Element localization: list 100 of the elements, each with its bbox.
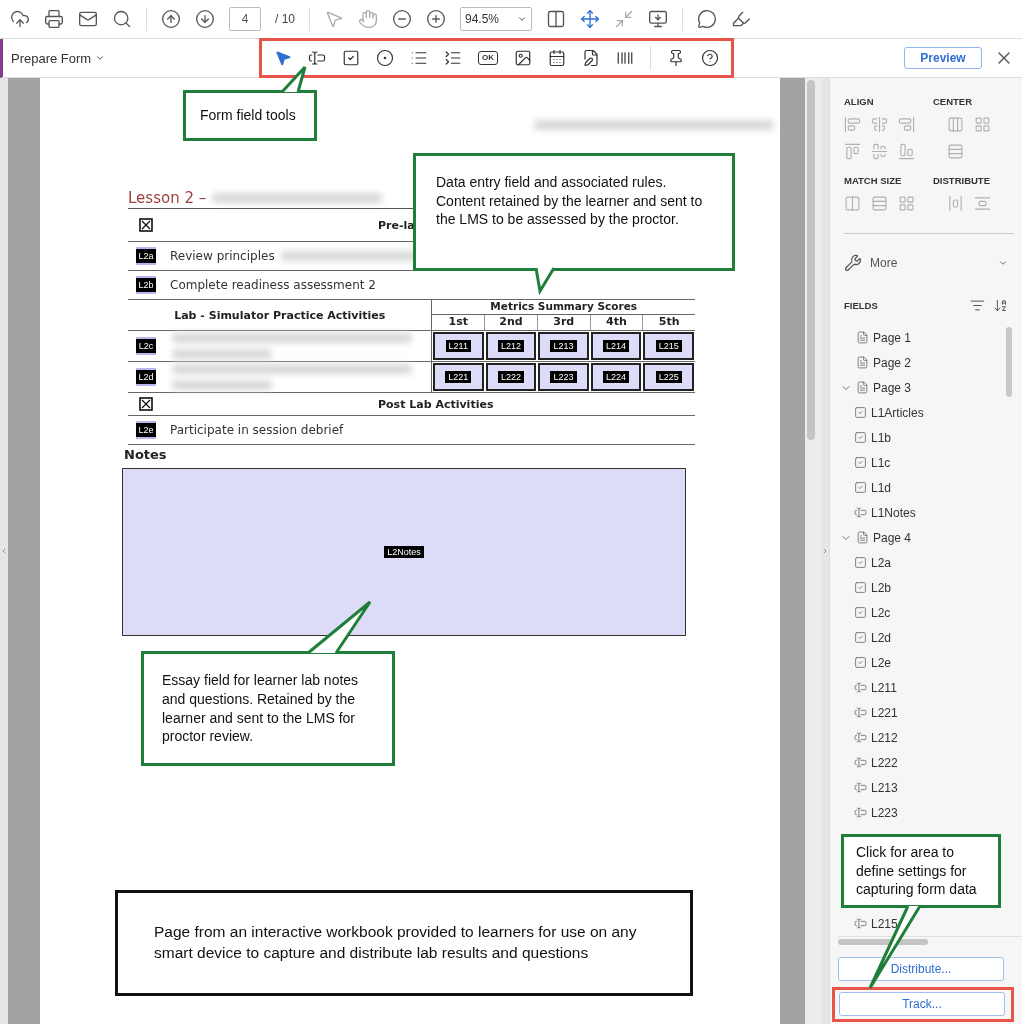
- signature-icon[interactable]: [582, 49, 600, 67]
- column-heading: Metrics Summary Scores: [432, 300, 695, 315]
- form-field[interactable]: L225: [643, 363, 694, 391]
- text-field-icon: [854, 731, 867, 744]
- form-field[interactable]: L222: [485, 363, 537, 391]
- zoom-out-icon[interactable]: [392, 9, 412, 29]
- form-field[interactable]: L214: [590, 332, 642, 360]
- form-field[interactable]: L212: [485, 332, 537, 360]
- print-icon[interactable]: [44, 9, 64, 29]
- notes-field[interactable]: L2Notes: [122, 468, 686, 636]
- text-field-icon: [854, 706, 867, 719]
- section-heading: ALIGN: [844, 96, 875, 107]
- checkbox-field-icon: [854, 456, 867, 469]
- dropdown-icon[interactable]: [444, 49, 462, 67]
- zoom-dropdown[interactable]: 94.5%: [460, 7, 532, 31]
- task-text: Review principles: [170, 249, 275, 263]
- tree-item[interactable]: L1Notes: [838, 500, 1006, 525]
- page-icon: [856, 331, 869, 344]
- page-layout-icon[interactable]: [546, 9, 566, 29]
- form-field[interactable]: L213: [538, 332, 589, 360]
- tree-item[interactable]: L1Articles: [838, 400, 1006, 425]
- page-total: / 10: [275, 12, 295, 26]
- tree-item[interactable]: L213: [838, 775, 1006, 800]
- image-icon[interactable]: [514, 49, 532, 67]
- section-heading: DISTRIBUTE: [933, 175, 991, 186]
- tree-item[interactable]: L2a: [838, 550, 1006, 575]
- caret-icon[interactable]: [998, 258, 1008, 268]
- calendar-icon[interactable]: [548, 49, 566, 67]
- move-icon[interactable]: [580, 9, 600, 29]
- sort-alphabetical-icon[interactable]: [993, 298, 1008, 313]
- tree-item[interactable]: Page 3: [838, 375, 1006, 400]
- download-icon[interactable]: [648, 9, 668, 29]
- column-heading: 2nd: [484, 315, 537, 330]
- preview-button[interactable]: Preview: [904, 47, 982, 69]
- tree-item[interactable]: L212: [838, 725, 1006, 750]
- button-tool-icon[interactable]: OK: [478, 51, 498, 65]
- barcode-icon[interactable]: [616, 49, 634, 67]
- scrollbar-thumb[interactable]: [1006, 327, 1012, 397]
- form-field[interactable]: L221: [433, 363, 484, 391]
- caret-icon[interactable]: [517, 14, 527, 24]
- tree-item[interactable]: L211: [838, 675, 1006, 700]
- tree-item[interactable]: L2d: [838, 625, 1006, 650]
- highlighter-icon[interactable]: [731, 9, 751, 29]
- mail-icon[interactable]: [78, 9, 98, 29]
- form-field[interactable]: L215: [643, 332, 694, 360]
- distribute-button[interactable]: Distribute...: [838, 957, 1004, 981]
- checkbox-field-icon: [854, 581, 867, 594]
- help-icon[interactable]: [701, 49, 719, 67]
- tree-item[interactable]: Page 1: [838, 325, 1006, 350]
- scrollbar-thumb[interactable]: [807, 80, 815, 440]
- scrollbar-thumb[interactable]: [838, 939, 928, 945]
- tree-item[interactable]: L1c: [838, 450, 1006, 475]
- tree-item[interactable]: L1b: [838, 425, 1006, 450]
- text-field-icon[interactable]: [308, 49, 326, 67]
- more-menu[interactable]: More: [870, 256, 990, 270]
- tree-item[interactable]: L2b: [838, 575, 1006, 600]
- field-badge: L2b: [136, 276, 156, 294]
- task-text: Complete readiness assessment 2: [170, 278, 376, 292]
- form-field[interactable]: L224: [590, 363, 642, 391]
- form-field[interactable]: L211: [433, 332, 484, 360]
- field-name: L223: [550, 371, 577, 383]
- section-title: Post Lab Activities: [378, 397, 494, 411]
- section-heading: MATCH SIZE: [844, 175, 903, 186]
- pin-icon[interactable]: [667, 49, 685, 67]
- tree-item[interactable]: L2c: [838, 600, 1006, 625]
- tree-item[interactable]: L221: [838, 700, 1006, 725]
- text-field-icon: [854, 781, 867, 794]
- column-heading: 3rd: [536, 315, 590, 330]
- caret-icon[interactable]: [95, 53, 106, 63]
- tree-item[interactable]: L2e: [838, 650, 1006, 675]
- radio-button-icon[interactable]: [376, 49, 394, 67]
- task-text: Participate in session debrief: [170, 423, 344, 437]
- tool-title-dropdown[interactable]: Prepare Form: [11, 50, 259, 66]
- track-button[interactable]: Track...: [839, 992, 1005, 1016]
- tree-item[interactable]: L222: [838, 750, 1006, 775]
- list-box-icon[interactable]: [410, 49, 428, 67]
- callout-pointer: [534, 267, 556, 296]
- form-field[interactable]: L223: [538, 363, 589, 391]
- text-field-icon: [854, 806, 867, 819]
- page-icon: [856, 381, 869, 394]
- next-page-icon[interactable]: [195, 9, 215, 29]
- sort-icon[interactable]: [970, 298, 985, 313]
- search-icon[interactable]: [112, 9, 132, 29]
- upload-icon[interactable]: [10, 9, 30, 29]
- pointer-icon[interactable]: [274, 49, 292, 67]
- tools-icon[interactable]: [844, 254, 862, 272]
- zoom-in-icon[interactable]: [426, 9, 446, 29]
- field-name: L222: [497, 371, 524, 383]
- checkbox-icon[interactable]: [342, 49, 360, 67]
- callout: Data entry field and associated rules. Content retained by the learner and sent to the LMS to be assessed by the proctor.: [413, 153, 735, 271]
- field-name: L213: [550, 340, 577, 352]
- field-name: L224: [603, 371, 630, 383]
- previous-page-icon[interactable]: [161, 9, 181, 29]
- tree-item[interactable]: L1d: [838, 475, 1006, 500]
- comment-icon[interactable]: [697, 9, 717, 29]
- tree-item[interactable]: L215: [838, 911, 1006, 936]
- tree-item[interactable]: Page 4: [838, 525, 1006, 550]
- page-number-field[interactable]: 4: [229, 7, 261, 31]
- tree-item[interactable]: L223: [838, 800, 1006, 825]
- tree-item[interactable]: Page 2: [838, 350, 1006, 375]
